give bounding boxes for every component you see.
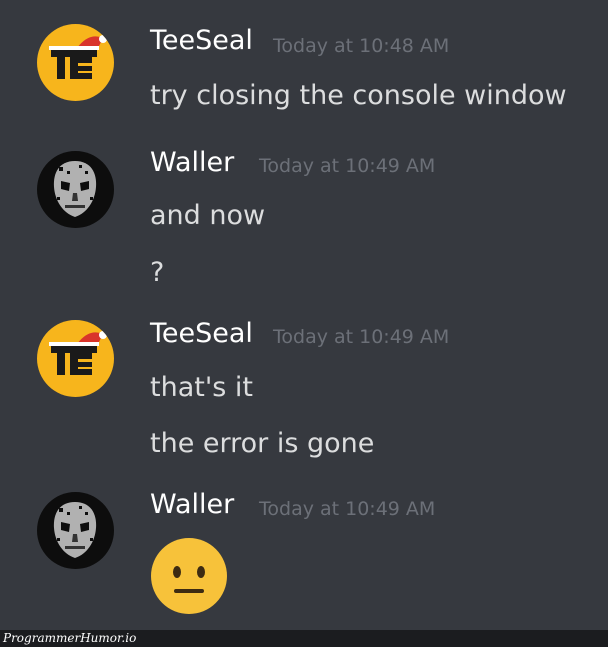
message-text: try closing the console window — [150, 80, 567, 111]
skull-mask-avatar-icon — [53, 161, 97, 217]
user-avatar[interactable] — [37, 320, 114, 397]
message-text: the error is gone — [150, 428, 375, 459]
user-avatar[interactable] — [37, 492, 114, 569]
message-timestamp: Today at 10:49 AM — [273, 326, 450, 348]
author-name[interactable]: TeeSeal — [150, 25, 253, 56]
message-timestamp: Today at 10:48 AM — [273, 35, 450, 57]
message-text: and now — [150, 200, 266, 231]
teeseal-avatar-icon — [49, 35, 107, 79]
author-name[interactable]: Waller — [150, 147, 234, 178]
author-name[interactable]: Waller — [150, 489, 234, 520]
watermark-text: ProgrammerHumor.io — [3, 631, 137, 645]
watermark-bar: ProgrammerHumor.io — [0, 630, 608, 647]
author-name[interactable]: TeeSeal — [150, 318, 253, 349]
user-avatar[interactable] — [37, 151, 114, 228]
user-avatar[interactable] — [37, 24, 114, 101]
neutral-face-emoji — [151, 538, 227, 614]
message-text: ? — [150, 257, 165, 288]
message-timestamp: Today at 10:49 AM — [259, 498, 436, 520]
teeseal-avatar-icon — [49, 331, 107, 375]
skull-mask-avatar-icon — [53, 502, 97, 558]
message-timestamp: Today at 10:49 AM — [259, 155, 436, 177]
message-text: that's it — [150, 372, 253, 403]
